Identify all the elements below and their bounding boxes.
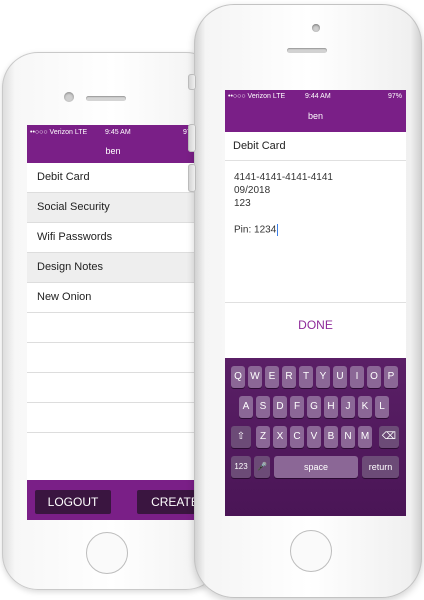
key-k[interactable]: K <box>358 396 372 418</box>
return-key[interactable]: return <box>362 456 399 478</box>
list-item[interactable]: Wifi Passwords <box>27 223 199 253</box>
text-cursor <box>277 224 279 236</box>
nav-title: ben <box>27 141 199 163</box>
speaker-grille <box>86 96 126 101</box>
speaker-grille <box>287 48 327 53</box>
list-item[interactable]: New Onion <box>27 283 199 313</box>
camera-icon <box>312 24 320 32</box>
carrier-label: ••○○○ Verizon LTE <box>30 129 88 136</box>
shift-key[interactable]: ⇧ <box>231 426 251 448</box>
key-a[interactable]: A <box>239 396 253 418</box>
empty-row <box>27 313 199 343</box>
list-item[interactable]: Social Security <box>27 193 199 223</box>
key-b[interactable]: B <box>324 426 338 448</box>
note-line[interactable]: 4141-4141-4141-4141 <box>234 172 333 183</box>
key-c[interactable]: C <box>290 426 304 448</box>
front-phone: ••○○○ Verizon LTE 9:44 AM 97% ben Debit … <box>188 4 422 598</box>
divider <box>225 302 406 303</box>
notes-list: Debit Card Social Security Wifi Password… <box>27 163 199 520</box>
nav-title: ben <box>225 104 406 132</box>
camera-icon <box>64 92 74 102</box>
key-m[interactable]: M <box>358 426 372 448</box>
note-line[interactable]: 123 <box>234 198 251 209</box>
key-u[interactable]: U <box>333 366 347 388</box>
key-s[interactable]: S <box>256 396 270 418</box>
status-time: 9:44 AM <box>305 93 331 100</box>
mute-switch <box>188 74 196 90</box>
note-line[interactable]: 09/2018 <box>234 185 270 196</box>
key-g[interactable]: G <box>307 396 321 418</box>
list-item[interactable]: Design Notes <box>27 253 199 283</box>
note-title[interactable]: Debit Card <box>233 140 286 152</box>
numbers-key[interactable]: 123 <box>231 456 251 478</box>
microphone-icon[interactable]: 🎤 <box>254 456 270 478</box>
key-w[interactable]: W <box>248 366 262 388</box>
key-v[interactable]: V <box>307 426 321 448</box>
battery-label: 97% <box>387 93 402 100</box>
note-editor[interactable]: Debit Card 4141-4141-4141-4141 09/2018 1… <box>225 132 406 358</box>
logout-button[interactable]: LOGOUT <box>35 490 111 514</box>
key-z[interactable]: Z <box>256 426 270 448</box>
empty-row <box>27 343 199 373</box>
key-q[interactable]: Q <box>231 366 245 388</box>
key-n[interactable]: N <box>341 426 355 448</box>
back-screen: ••○○○ Verizon LTE 9:45 AM 97% ben Debit … <box>27 125 199 520</box>
key-f[interactable]: F <box>290 396 304 418</box>
status-bar: ••○○○ Verizon LTE 9:45 AM 97% <box>27 125 199 141</box>
list-item[interactable]: Debit Card <box>27 163 199 193</box>
pin-text: Pin: 1234 <box>234 224 277 236</box>
front-screen: ••○○○ Verizon LTE 9:44 AM 97% ben Debit … <box>225 90 406 516</box>
key-h[interactable]: H <box>324 396 338 418</box>
status-time: 9:45 AM <box>105 129 131 136</box>
key-r[interactable]: R <box>282 366 296 388</box>
status-bar: ••○○○ Verizon LTE 9:44 AM 97% <box>225 90 406 104</box>
carrier-label: ••○○○ Verizon LTE <box>228 93 286 100</box>
space-key[interactable]: space <box>274 456 358 478</box>
empty-row <box>27 373 199 403</box>
key-e[interactable]: E <box>265 366 279 388</box>
volume-down-button <box>188 164 196 192</box>
key-y[interactable]: Y <box>316 366 330 388</box>
key-d[interactable]: D <box>273 396 287 418</box>
home-button[interactable] <box>86 532 128 574</box>
key-o[interactable]: O <box>367 366 381 388</box>
key-l[interactable]: L <box>375 396 389 418</box>
volume-up-button <box>188 124 196 152</box>
create-button[interactable]: CREATE <box>137 490 199 514</box>
key-j[interactable]: J <box>341 396 355 418</box>
keyboard: Q W E R T Y U I O P A S D F G H J K L ⇧ … <box>225 358 406 516</box>
home-button[interactable] <box>290 530 332 572</box>
divider <box>225 160 406 161</box>
key-x[interactable]: X <box>273 426 287 448</box>
backspace-key[interactable]: ⌫ <box>379 426 399 448</box>
empty-row <box>27 403 199 433</box>
key-i[interactable]: I <box>350 366 364 388</box>
done-button[interactable]: DONE <box>225 318 406 332</box>
key-t[interactable]: T <box>299 366 313 388</box>
action-bar: LOGOUT CREATE <box>27 480 199 520</box>
note-line-pin[interactable]: Pin: 1234 <box>234 224 279 236</box>
key-p[interactable]: P <box>384 366 398 388</box>
